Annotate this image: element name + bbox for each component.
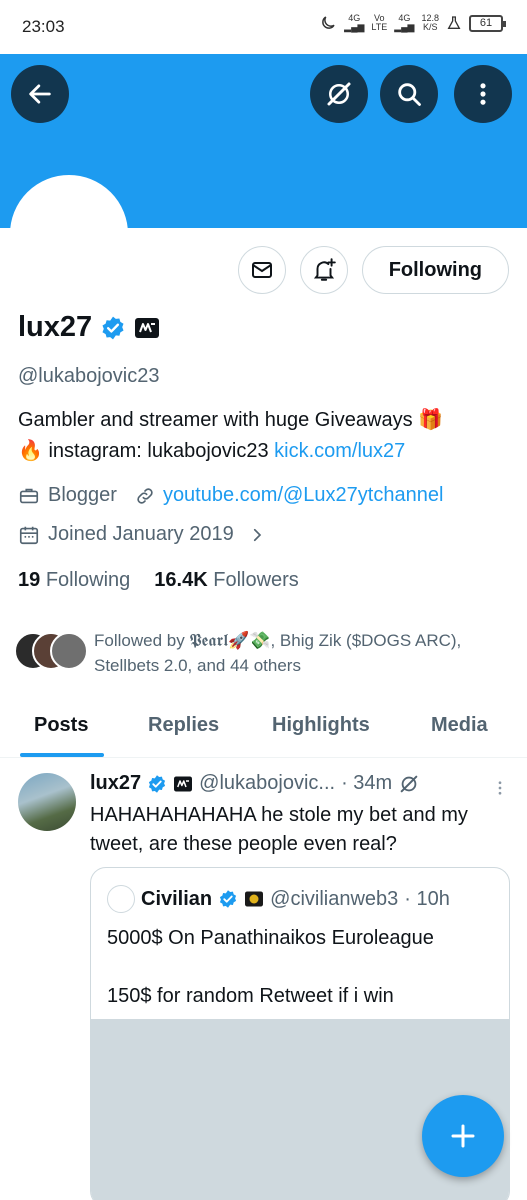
calendar-icon <box>19 526 39 544</box>
followed-by-text: Followed by 𝕻𝖊𝖆𝖗𝖑🚀💸, Bhig Zik ($DOGS ARC… <box>94 631 462 675</box>
verified-badge-icon <box>220 890 237 908</box>
quoted-tweet-text: 5000$ On Panathinaikos Euroleague 150$ f… <box>107 927 434 1007</box>
search-button[interactable] <box>380 65 438 123</box>
briefcase-icon <box>19 488 39 503</box>
tab-media[interactable]: Media <box>431 714 488 737</box>
joined-row[interactable]: Joined January 2019 <box>18 523 266 546</box>
network-4g-a: 4G ▂▄▆ <box>344 13 365 32</box>
quoted-author-name: Civilian <box>141 887 213 910</box>
tab-posts[interactable]: Posts <box>34 714 88 737</box>
grok-button[interactable] <box>310 65 368 123</box>
profile-handle: @lukabojovic23 <box>18 365 160 387</box>
status-icons: 4G ▂▄▆ Vo LTE 4G ▂▄▆ 12.8 K/S 61 <box>319 13 506 32</box>
data-speed: 12.8 K/S <box>421 13 439 32</box>
network-4g-b: 4G ▂▄▆ <box>394 13 415 32</box>
profile-category: Blogger <box>48 484 117 506</box>
tweet-more-button[interactable] <box>491 778 509 803</box>
status-bar: 23:03 4G ▂▄▆ Vo LTE 4G ▂▄▆ 12.8 K/S 61 <box>0 0 527 54</box>
joined-date: Joined January 2019 <box>48 523 234 545</box>
bio-line-2: 🔥 instagram: lukabojovic23 kick.com/lux2… <box>18 440 406 462</box>
quoted-tweet-header: Civilian @civilianweb3 · 10h <box>107 885 450 913</box>
chevron-right-icon <box>253 528 261 541</box>
tweet-author-avatar[interactable] <box>18 773 76 831</box>
grok-icon <box>327 82 351 106</box>
bio-link[interactable]: kick.com/lux27 <box>274 440 405 462</box>
tweet-author-handle: @lukabojovic... <box>199 772 336 794</box>
profile-avatar[interactable] <box>10 175 128 293</box>
back-button[interactable] <box>11 65 69 123</box>
mutual-avatars <box>14 632 88 672</box>
grok-icon[interactable] <box>398 773 420 795</box>
affiliate-badge-icon <box>135 317 160 338</box>
quoted-tweet-time: · 10h <box>404 887 450 910</box>
notifications-button[interactable] <box>299 246 348 294</box>
followed-by[interactable]: Followed by 𝕻𝖊𝖆𝖗𝖑🚀💸, Bhig Zik ($DOGS ARC… <box>14 628 514 678</box>
more-vertical-icon <box>498 781 502 795</box>
active-tab-indicator <box>20 753 104 757</box>
quoted-author-handle: @civilianweb3 <box>270 887 399 910</box>
tweet-author-name[interactable]: lux27 <box>90 772 141 795</box>
display-name: lux27 <box>18 311 93 343</box>
search-icon <box>398 83 421 106</box>
verified-badge-icon <box>102 316 124 339</box>
profile-website[interactable]: youtube.com/@Lux27ytchannel <box>163 484 443 507</box>
tweet-text: HAHAHAHAHAHA he stole my bet and my twee… <box>90 804 468 855</box>
tweet-header: lux27 @lukabojovic... · 34m <box>90 772 420 795</box>
link-icon <box>137 487 153 504</box>
moon-icon <box>322 16 335 29</box>
plus-icon <box>451 1124 475 1148</box>
following-count-link[interactable]: 19 Following <box>18 569 130 592</box>
profile-actions: Following <box>237 246 509 294</box>
profile-name: lux27 <box>18 311 160 344</box>
profile-meta: Blogger youtube.com/@Lux27ytchannel <box>18 484 443 507</box>
profile-tabs: Posts Replies Highlights Media <box>0 700 527 758</box>
follow-counts: 19 Following 16.4K Followers <box>18 569 299 592</box>
tweet-time: · 34m <box>341 772 393 794</box>
more-vertical-icon <box>480 83 486 105</box>
mutual-avatar <box>50 632 88 670</box>
verified-badge-icon <box>149 774 166 793</box>
followers-count-link[interactable]: 16.4K Followers <box>154 569 299 592</box>
flask-icon <box>447 16 461 29</box>
volte-indicator: Vo LTE <box>371 13 388 32</box>
more-options-button[interactable] <box>454 65 512 123</box>
mail-icon <box>251 262 272 278</box>
battery-icon: 61 <box>469 14 506 32</box>
back-arrow-icon <box>29 84 51 104</box>
compose-button[interactable] <box>422 1095 504 1177</box>
profile-bio: Gambler and streamer with huge Giveaways… <box>18 405 508 467</box>
quoted-author-avatar <box>107 885 135 913</box>
bio-line-1: Gambler and streamer with huge Giveaways… <box>18 409 444 431</box>
tab-replies[interactable]: Replies <box>148 714 219 737</box>
affiliate-badge-icon <box>174 776 193 791</box>
message-button[interactable] <box>237 246 286 294</box>
bell-plus-icon <box>313 258 336 281</box>
tab-highlights[interactable]: Highlights <box>272 714 370 737</box>
affiliate-badge-icon <box>245 891 264 907</box>
status-time: 23:03 <box>22 17 65 36</box>
following-button[interactable]: Following <box>361 246 509 294</box>
